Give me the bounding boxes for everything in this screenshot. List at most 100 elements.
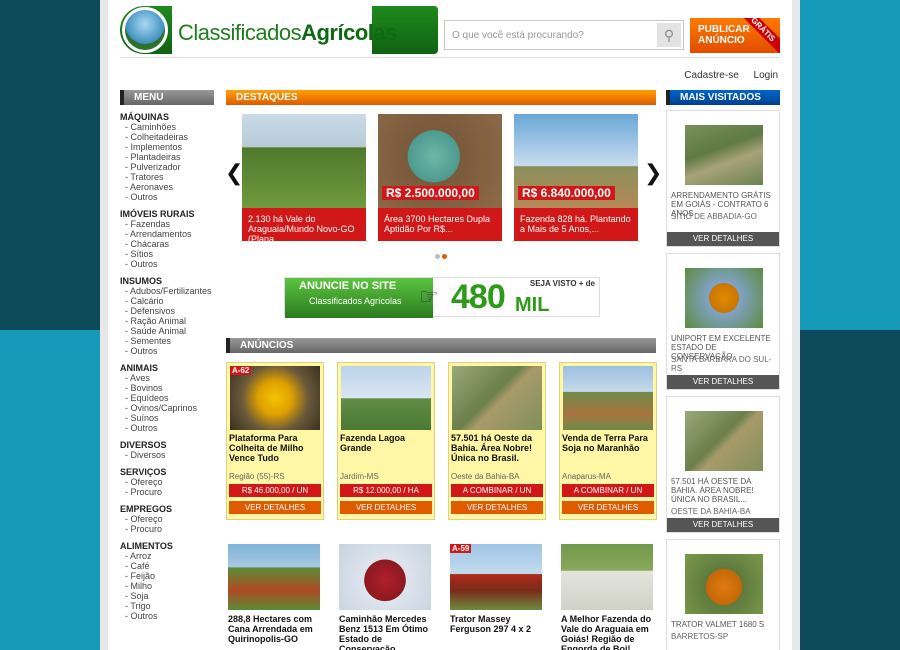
menu-item[interactable]: Outros xyxy=(120,192,214,202)
banner-seja: SEJA VISTO + de xyxy=(529,279,595,288)
publish-ad-button[interactable]: PUBLICAR ANÚNCIO GRÁTIS xyxy=(690,18,780,53)
listing-image xyxy=(230,366,320,430)
carousel-next-arrow-icon[interactable]: ❯ xyxy=(644,160,662,186)
listing-details-button[interactable]: VER DETALHES xyxy=(562,501,654,514)
most-visited-card[interactable]: TRATOR VALMET 1680 S BARRETOS-SP xyxy=(666,539,780,650)
menu-item[interactable]: Tratores xyxy=(120,172,214,182)
menu-item[interactable]: Chácaras xyxy=(120,239,214,249)
listing-details-button[interactable]: VER DETALHES xyxy=(451,501,543,514)
listing-card[interactable]: Venda de Terra Para Soja no Maranhão Ana… xyxy=(559,362,657,520)
menu-item[interactable]: Outros xyxy=(120,423,214,433)
menu-category[interactable]: INSUMOS xyxy=(120,276,214,286)
menu-item[interactable]: Colheitadeiras xyxy=(120,132,214,142)
site-logo[interactable]: ClassificadosAgrícolas xyxy=(120,6,438,54)
menu-category[interactable]: DIVERSOS xyxy=(120,440,214,450)
menu-item[interactable]: Outros xyxy=(120,611,214,621)
most-visited-section: MAIS VISITADOS ARRENDAMENTO GRÁTIS EM GO… xyxy=(666,90,780,650)
listing-card[interactable]: A-62 Plataforma Para Colheita de Milho V… xyxy=(226,362,324,520)
listing-card[interactable]: A-59 Trator Massey Ferguson 297 4 x 2 xyxy=(450,544,548,634)
menu-item[interactable]: Ração Animal xyxy=(120,316,214,326)
menu-item[interactable]: Ofereço xyxy=(120,514,214,524)
featured-card[interactable]: R$ 2.500.000,00 Área 3700 Hectares Dupla… xyxy=(378,114,502,241)
listing-card[interactable]: Fazenda Lagoa Grande Jardim-MS R$ 12.000… xyxy=(337,362,435,520)
most-visited-title: TRATOR VALMET 1680 S xyxy=(671,620,765,629)
signup-link[interactable]: Cadastre-se xyxy=(684,70,738,81)
menu-item[interactable]: Trigo xyxy=(120,601,214,611)
search-icon[interactable]: ⚲ xyxy=(657,23,681,47)
background-left-low xyxy=(0,330,100,650)
menu-item[interactable]: Diversos xyxy=(120,450,214,460)
most-visited-details-button[interactable]: VER DETALHES xyxy=(667,375,779,389)
most-visited-location: SANTA BÁRBARA DO SUL-RS xyxy=(671,355,772,373)
menu-item[interactable]: Saúde Animal xyxy=(120,326,214,336)
listing-price: R$ 46.000,00 / UN xyxy=(229,484,321,497)
most-visited-card[interactable]: 57.501 HÁ OESTE DA BAHIA. ÁREA NOBRE! ÚN… xyxy=(666,396,780,533)
most-visited-image xyxy=(685,268,763,328)
menu-item[interactable]: Implementos xyxy=(120,142,214,152)
menu-item[interactable]: Procuro xyxy=(120,487,214,497)
menu-item[interactable]: Sítios xyxy=(120,249,214,259)
menu-item[interactable]: Milho xyxy=(120,581,214,591)
menu-item[interactable]: Ovinos/Caprinos xyxy=(120,403,214,413)
menu-item[interactable]: Adubos/Fertilizantes xyxy=(120,286,214,296)
menu-item[interactable]: Ofereço xyxy=(120,477,214,487)
listing-title: 288,8 Hectares com Cana Arrendada em Qui… xyxy=(228,614,313,644)
page-container: ClassificadosAgrícolas O que você está p… xyxy=(100,0,800,650)
listing-details-button[interactable]: VER DETALHES xyxy=(229,501,321,514)
menu-item[interactable]: Outros xyxy=(120,346,214,356)
menu-item[interactable]: Aeronaves xyxy=(120,182,214,192)
menu-category[interactable]: EMPREGOS xyxy=(120,504,214,514)
background-right-low xyxy=(800,330,900,650)
menu-item[interactable]: Caminhões xyxy=(120,122,214,132)
featured-card[interactable]: 2.130 há Vale do Araguaia/Mundo Novo-GO … xyxy=(242,114,366,244)
menu-item[interactable]: Pulverizador xyxy=(120,162,214,172)
menu-item[interactable]: Bovinos xyxy=(120,383,214,393)
menu-category[interactable]: ANIMAIS xyxy=(120,363,214,373)
carousel-dot[interactable] xyxy=(435,254,440,259)
menu-item[interactable]: Outros xyxy=(120,259,214,269)
menu-item[interactable]: Equídeos xyxy=(120,393,214,403)
most-visited-card[interactable]: ARRENDAMENTO GRÁTIS EM GOIÁS - CONTRATO … xyxy=(666,110,780,247)
most-visited-card[interactable]: UNIPORT EM EXCELENTE ESTADO DE CONSERVAÇ… xyxy=(666,253,780,390)
menu-item[interactable]: Arroz xyxy=(120,551,214,561)
listing-title: Fazenda Lagoa Grande xyxy=(340,433,406,453)
menu-item[interactable]: Procuro xyxy=(120,524,214,534)
menu-category[interactable]: IMÓVEIS RURAIS xyxy=(120,209,214,219)
user-links: Cadastre-se Login xyxy=(672,70,778,81)
listing-title: Venda de Terra Para Soja no Maranhão xyxy=(562,433,648,453)
featured-price: R$ 6.840.000,00 xyxy=(518,186,615,200)
login-link[interactable]: Login xyxy=(754,70,778,81)
globe-icon xyxy=(122,7,168,53)
most-visited-details-button[interactable]: VER DETALHES xyxy=(667,518,779,532)
menu-item[interactable]: Fazendas xyxy=(120,219,214,229)
menu-item[interactable]: Calcário xyxy=(120,296,214,306)
menu-item[interactable]: Plantadeiras xyxy=(120,152,214,162)
menu-item[interactable]: Feijão xyxy=(120,571,214,581)
featured-card[interactable]: R$ 6.840.000,00 Fazenda 828 há. Plantand… xyxy=(514,114,638,241)
listing-card[interactable]: A Melhor Fazenda do Vale do Araguaia em … xyxy=(561,544,659,650)
menu-item[interactable]: Sementes xyxy=(120,336,214,346)
menu-category[interactable]: MÁQUINAS xyxy=(120,112,214,122)
most-visited-location: SÍTIO DE ABBADIA-GO xyxy=(671,212,757,221)
most-visited-details-button[interactable]: VER DETALHES xyxy=(667,232,779,246)
menu-item[interactable]: Defensivos xyxy=(120,306,214,316)
listing-card[interactable]: 57.501 há Oeste da Bahia. Área Nobre! Ún… xyxy=(448,362,546,520)
carousel-prev-arrow-icon[interactable]: ❮ xyxy=(225,160,243,186)
menu-item[interactable]: Arrendamentos xyxy=(120,229,214,239)
listing-card[interactable]: 288,8 Hectares com Cana Arrendada em Qui… xyxy=(228,544,326,644)
menu-item[interactable]: Soja xyxy=(120,591,214,601)
listing-title: Plataforma Para Colheita de Milho Vence … xyxy=(229,433,304,463)
menu-category[interactable]: SERVIÇOS xyxy=(120,467,214,477)
carousel-dot-active[interactable] xyxy=(442,254,447,259)
listing-details-button[interactable]: VER DETALHES xyxy=(340,501,432,514)
listing-location: Região (55)-RS xyxy=(229,472,285,481)
search-input[interactable]: O que você está procurando? ⚲ xyxy=(444,20,684,50)
ad-banner[interactable]: ANUNCIE NO SITE Classificados Agrícolas … xyxy=(284,277,600,318)
menu-heading: MENU xyxy=(120,90,214,105)
listing-card[interactable]: Caminhão Mercedes Benz 1513 Em Ótimo Est… xyxy=(339,544,437,650)
menu-category[interactable]: ALIMENTOS xyxy=(120,541,214,551)
most-visited-heading: MAIS VISITADOS xyxy=(666,90,780,105)
menu-item[interactable]: Aves xyxy=(120,373,214,383)
menu-item[interactable]: Café xyxy=(120,561,214,571)
menu-item[interactable]: Suínos xyxy=(120,413,214,423)
